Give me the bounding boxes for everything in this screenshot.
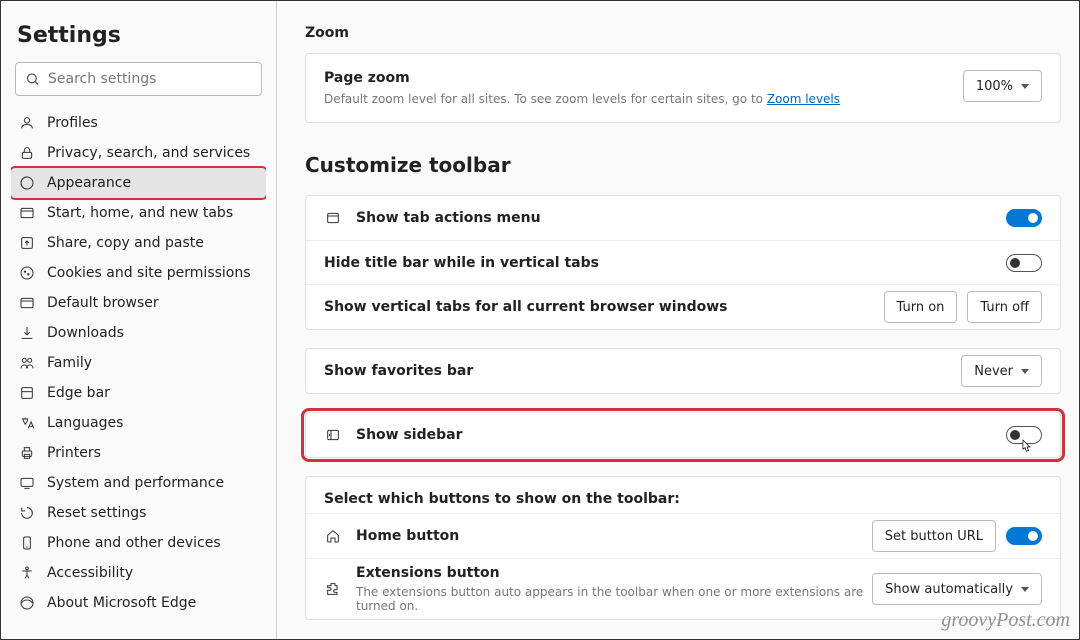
- show-sidebar-toggle[interactable]: [1006, 426, 1042, 444]
- favorites-bar-label: Show favorites bar: [324, 363, 961, 379]
- sidebar-item-system[interactable]: System and performance: [11, 468, 266, 498]
- sidebar-item-privacy[interactable]: Privacy, search, and services: [11, 138, 266, 168]
- sidebar-item-label: Printers: [47, 445, 101, 461]
- printer-icon: [19, 445, 35, 461]
- hide-titlebar-toggle[interactable]: [1006, 254, 1042, 272]
- sidebar-item-share[interactable]: Share, copy and paste: [11, 228, 266, 258]
- edge-icon: [19, 595, 35, 611]
- extensions-icon: [324, 580, 342, 598]
- sidebar-item-label: System and performance: [47, 475, 224, 491]
- show-sidebar-label: Show sidebar: [356, 427, 1006, 443]
- home-button-label: Home button: [356, 528, 872, 544]
- phone-icon: [19, 535, 35, 551]
- sidebar-item-label: Privacy, search, and services: [47, 145, 250, 161]
- sidebar-item-label: Profiles: [47, 115, 98, 131]
- favorites-select[interactable]: Never: [961, 355, 1042, 387]
- settings-main: Zoom Page zoom Default zoom level for al…: [277, 1, 1079, 639]
- sidebar-item-label: About Microsoft Edge: [47, 595, 196, 611]
- extensions-button-label: Extensions button: [356, 565, 872, 581]
- page-zoom-desc: Default zoom level for all sites. To see…: [324, 92, 963, 106]
- toolbar-buttons-group: Select which buttons to show on the tool…: [305, 476, 1061, 620]
- sidebar-item-label: Phone and other devices: [47, 535, 221, 551]
- tab-actions-label: Show tab actions menu: [356, 210, 1006, 226]
- favorites-group: Show favorites bar Never: [305, 348, 1061, 394]
- watermark: groovyPost.com: [941, 609, 1070, 632]
- sidebar-group: Show sidebar: [305, 412, 1061, 458]
- zoom-card: Page zoom Default zoom level for all sit…: [305, 53, 1061, 123]
- family-icon: [19, 355, 35, 371]
- sidebar-item-reset[interactable]: Reset settings: [11, 498, 266, 528]
- appearance-icon: [19, 175, 35, 191]
- share-icon: [19, 235, 35, 251]
- extensions-select[interactable]: Show automatically: [872, 573, 1042, 605]
- sidebar-item-default-browser[interactable]: Default browser: [11, 288, 266, 318]
- home-icon: [324, 527, 342, 545]
- customize-toolbar-title: Customize toolbar: [305, 153, 1061, 177]
- sidebar-item-label: Share, copy and paste: [47, 235, 204, 251]
- tab-actions-toggle[interactable]: [1006, 209, 1042, 227]
- sidebar-item-label: Edge bar: [47, 385, 110, 401]
- page-zoom-title: Page zoom: [324, 70, 963, 86]
- sidebar-item-cookies[interactable]: Cookies and site permissions: [11, 258, 266, 288]
- sidebar-item-label: Accessibility: [47, 565, 133, 581]
- browser-icon: [19, 295, 35, 311]
- select-buttons-heading: Select which buttons to show on the tool…: [306, 477, 1060, 513]
- tab-actions-icon: [324, 209, 342, 227]
- search-icon: [25, 72, 40, 87]
- vertical-tabs-label: Show vertical tabs for all current brows…: [324, 299, 884, 315]
- search-container: [15, 62, 262, 96]
- sidebar-item-edge-bar[interactable]: Edge bar: [11, 378, 266, 408]
- turn-on-button[interactable]: Turn on: [884, 291, 958, 323]
- set-button-url-button[interactable]: Set button URL: [872, 520, 996, 552]
- zoom-section-title: Zoom: [305, 25, 1061, 41]
- profile-icon: [19, 115, 35, 131]
- sidebar-item-printers[interactable]: Printers: [11, 438, 266, 468]
- sidebar-item-label: Default browser: [47, 295, 159, 311]
- settings-nav: Profiles Privacy, search, and services A…: [11, 108, 266, 618]
- accessibility-icon: [19, 565, 35, 581]
- sidebar-icon: [324, 426, 342, 444]
- settings-title: Settings: [11, 15, 266, 62]
- sidebar-item-downloads[interactable]: Downloads: [11, 318, 266, 348]
- home-button-toggle[interactable]: [1006, 527, 1042, 545]
- sidebar-item-label: Appearance: [47, 175, 131, 191]
- extensions-button-desc: The extensions button auto appears in th…: [356, 585, 872, 613]
- turn-off-button[interactable]: Turn off: [967, 291, 1042, 323]
- sidebar-item-appearance[interactable]: Appearance: [11, 168, 266, 198]
- sidebar-item-family[interactable]: Family: [11, 348, 266, 378]
- search-input[interactable]: [15, 62, 262, 96]
- languages-icon: [19, 415, 35, 431]
- sidebar-item-label: Reset settings: [47, 505, 146, 521]
- zoom-levels-link[interactable]: Zoom levels: [767, 92, 840, 106]
- zoom-select[interactable]: 100%: [963, 70, 1042, 102]
- lock-icon: [19, 145, 35, 161]
- edge-bar-icon: [19, 385, 35, 401]
- sidebar-item-label: Downloads: [47, 325, 124, 341]
- hide-titlebar-label: Hide title bar while in vertical tabs: [324, 255, 1006, 271]
- system-icon: [19, 475, 35, 491]
- sidebar-item-label: Languages: [47, 415, 123, 431]
- reset-icon: [19, 505, 35, 521]
- settings-sidebar: Settings Profiles Privacy, search, and s…: [1, 1, 277, 639]
- sidebar-item-accessibility[interactable]: Accessibility: [11, 558, 266, 588]
- cookies-icon: [19, 265, 35, 281]
- sidebar-item-profiles[interactable]: Profiles: [11, 108, 266, 138]
- sidebar-item-about[interactable]: About Microsoft Edge: [11, 588, 266, 618]
- sidebar-item-label: Family: [47, 355, 92, 371]
- toolbar-group-1: Show tab actions menu Hide title bar whi…: [305, 195, 1061, 330]
- download-icon: [19, 325, 35, 341]
- sidebar-item-languages[interactable]: Languages: [11, 408, 266, 438]
- sidebar-item-label: Cookies and site permissions: [47, 265, 251, 281]
- tab-icon: [19, 205, 35, 221]
- sidebar-item-label: Start, home, and new tabs: [47, 205, 233, 221]
- sidebar-item-start[interactable]: Start, home, and new tabs: [11, 198, 266, 228]
- sidebar-item-phone[interactable]: Phone and other devices: [11, 528, 266, 558]
